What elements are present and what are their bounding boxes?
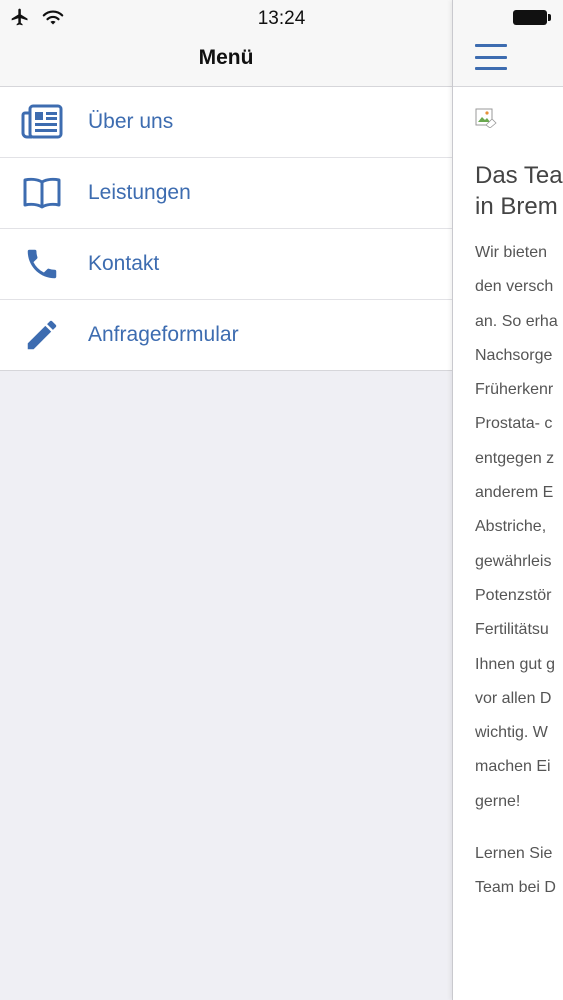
text-line: Ihnen gut g xyxy=(475,655,556,673)
text-line: entgegen z xyxy=(475,449,555,467)
menu-panel: Menü Über uns Leistungen Kontakt Anfrage… xyxy=(0,0,452,1000)
menu-list: Über uns Leistungen Kontakt Anfrageformu… xyxy=(0,87,452,371)
menu-item-label: Kontakt xyxy=(88,252,160,275)
text-line: an. So erha xyxy=(475,312,558,330)
menu-item-leistungen[interactable]: Leistungen xyxy=(0,158,452,229)
text-line: gerne! xyxy=(475,792,521,810)
heading-line: Das Tea xyxy=(475,162,563,189)
text-line: Nachsorge xyxy=(475,346,553,364)
text-line: den versch xyxy=(475,278,554,296)
menu-item-ueber-uns[interactable]: Über uns xyxy=(0,87,452,158)
content-panel[interactable]: Das Tea in Brem Wir bieten den versch an… xyxy=(452,0,563,1000)
text-line: Potenzstör xyxy=(475,586,552,604)
text-line: anderem E xyxy=(475,484,554,502)
paragraph-1: Wir bieten den versch an. So erha Nachso… xyxy=(475,236,563,819)
menu-item-kontakt[interactable]: Kontakt xyxy=(0,229,452,300)
book-icon xyxy=(20,173,64,213)
hamburger-menu-icon[interactable] xyxy=(475,44,507,70)
menu-item-label: Leistungen xyxy=(88,181,191,204)
paragraph-2: Lernen Sie Team bei D xyxy=(475,837,563,906)
text-line: Fertilitätsu xyxy=(475,621,549,639)
phone-icon xyxy=(20,244,64,284)
pencil-icon xyxy=(20,315,64,355)
text-line: vor allen D xyxy=(475,689,552,707)
content-nav-bar xyxy=(453,36,563,87)
text-line: gewährleis xyxy=(475,552,552,570)
newspaper-icon xyxy=(20,102,64,142)
text-line: Früherkenr xyxy=(475,381,554,399)
menu-item-label: Über uns xyxy=(88,110,174,133)
heading-line: in Brem xyxy=(475,193,558,220)
text-line: Abstriche, xyxy=(475,518,547,536)
text-line: wichtig. W xyxy=(475,724,548,742)
text-line: Prostata- c xyxy=(475,415,553,433)
text-line: machen Ei xyxy=(475,758,551,776)
battery-icon xyxy=(513,10,551,25)
text-line: Wir bieten xyxy=(475,244,548,261)
content-status-bar xyxy=(453,0,563,36)
menu-item-label: Anfrageformular xyxy=(88,323,239,346)
menu-title: Menü xyxy=(198,46,254,69)
text-line: Lernen Sie xyxy=(475,845,553,863)
text-line: Team bei D xyxy=(475,879,556,897)
menu-item-anfrageformular[interactable]: Anfrageformular xyxy=(0,300,452,370)
menu-nav-bar: Menü xyxy=(0,36,452,87)
content-heading: Das Tea in Brem xyxy=(475,160,563,222)
broken-image-icon xyxy=(475,108,497,129)
content-text: Das Tea in Brem Wir bieten den versch an… xyxy=(475,160,563,906)
